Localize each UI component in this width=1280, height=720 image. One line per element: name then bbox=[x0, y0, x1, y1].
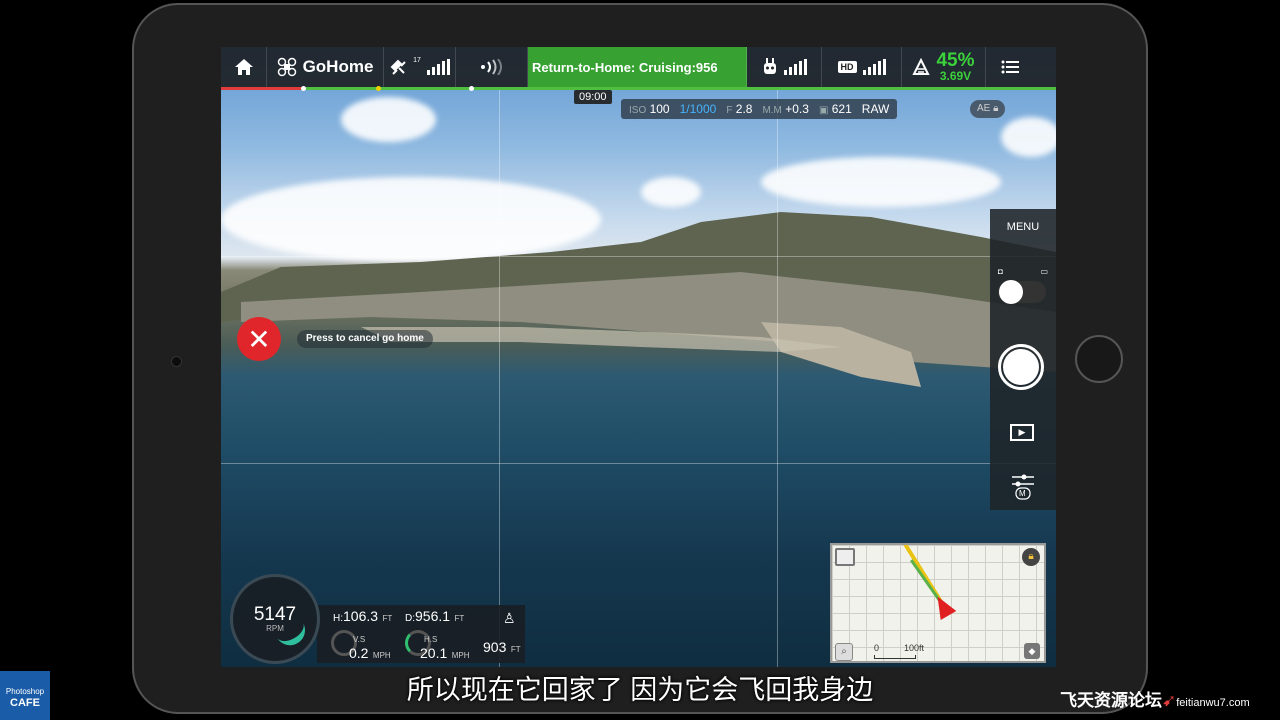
front-camera bbox=[171, 356, 182, 367]
altitude-readout: 903 FT bbox=[483, 639, 521, 655]
vertical-speed-readout: V.S 0.2 MPH bbox=[349, 635, 391, 661]
image-format: RAW bbox=[861, 102, 890, 116]
camera-parameters[interactable]: ISO 100 1/1000 F 2.8 M.M +0.3 ▣ 621 RAW bbox=[621, 99, 898, 119]
tablet-home-button[interactable] bbox=[1075, 335, 1123, 383]
iso-value: 100 bbox=[649, 102, 670, 116]
minimap[interactable]: 🔒︎ 0 100ft ⌕ ◆ bbox=[830, 543, 1046, 663]
map-zoom-icon[interactable]: ⌕ bbox=[835, 643, 853, 661]
gps-count: 17 bbox=[413, 56, 421, 64]
battery-percent: 45% bbox=[936, 50, 975, 71]
iso-label: ISO bbox=[629, 105, 647, 116]
cancel-go-home-tooltip: Press to cancel go home bbox=[297, 330, 433, 348]
ae-lock-label: AE bbox=[977, 103, 991, 114]
hd-icon: HD bbox=[837, 61, 857, 73]
aperture-label: F bbox=[726, 105, 733, 116]
video-mode-icon: ▭ bbox=[1040, 267, 1048, 276]
lock-icon: 🔒︎ bbox=[993, 103, 999, 114]
cancel-go-home-button[interactable]: ✕ bbox=[237, 317, 281, 361]
list-menu-icon bbox=[1001, 60, 1019, 74]
playback-button[interactable]: ▶ bbox=[1010, 424, 1034, 441]
video-signal-bars bbox=[862, 59, 886, 75]
photoshop-cafe-logo: Photoshop CAFE bbox=[0, 671, 50, 720]
gps-signal-bars bbox=[426, 59, 450, 75]
top-status-bar: GoHome 17 Return-to-Home: Cruising:956 H… bbox=[221, 47, 1056, 87]
rth-status-text: Return-to-Home: Cruising:956 bbox=[532, 59, 718, 75]
map-scale-bar bbox=[874, 655, 916, 659]
rpm-gauge: 5147 RPM bbox=[230, 574, 320, 664]
shutter-value: 1/1000 bbox=[679, 102, 717, 116]
battery-voltage: 3.69V bbox=[939, 69, 972, 83]
rth-battery-marker bbox=[376, 86, 381, 91]
remote-controller-icon bbox=[763, 58, 776, 74]
video-link-signal[interactable]: HD bbox=[822, 47, 902, 87]
remote-controller-signal[interactable] bbox=[747, 47, 822, 87]
flight-telemetry: H:106.3 FT D:956.1 FT ♙ V.S 0.2 MPH H.S 20… bbox=[226, 574, 525, 664]
battery-status[interactable]: 45% 3.69V bbox=[902, 47, 986, 87]
gps-status[interactable]: 17 bbox=[384, 47, 456, 87]
aircraft-icon bbox=[277, 57, 296, 77]
home-button[interactable] bbox=[221, 47, 267, 87]
clear-path-icon[interactable]: ◆ bbox=[1024, 643, 1040, 659]
cloud bbox=[761, 157, 1001, 207]
ev-label: M.M bbox=[762, 105, 782, 116]
sd-card-icon: ▣ bbox=[818, 105, 829, 116]
pilot-position-icon: ♙ bbox=[503, 610, 516, 626]
manual-mode-label: M bbox=[1019, 489, 1026, 498]
map-scale-length: 100ft bbox=[904, 643, 925, 653]
close-icon: ✕ bbox=[247, 323, 271, 355]
mode-icons: ◘ ▭ bbox=[998, 267, 1048, 276]
camera-control-panel: MENU ◘ ▭ ▶ M bbox=[990, 209, 1056, 510]
battery-critical-zone bbox=[221, 87, 301, 90]
camera-settings-button[interactable]: M bbox=[1008, 471, 1038, 501]
photo-mode-icon: ◘ bbox=[998, 267, 1003, 276]
map-scale-zero: 0 bbox=[874, 643, 880, 653]
cloud bbox=[1001, 117, 1056, 157]
ae-lock-button[interactable]: AE 🔒︎ bbox=[970, 100, 1006, 118]
map-toggle-icon[interactable] bbox=[835, 548, 855, 566]
toggle-knob bbox=[999, 280, 1023, 304]
coastline-hills bbox=[221, 212, 1056, 387]
battery-warning-icon bbox=[912, 58, 931, 75]
battery-level-bar bbox=[221, 86, 1056, 91]
flight-time: 09:00 bbox=[574, 90, 612, 104]
satellite-icon bbox=[390, 59, 406, 75]
ev-value: +0.3 bbox=[785, 102, 809, 116]
camera-menu-button[interactable]: MENU bbox=[990, 221, 1056, 233]
flight-mode-status[interactable]: GoHome bbox=[267, 47, 384, 87]
map-lock-icon[interactable]: 🔒︎ bbox=[1022, 548, 1040, 566]
shutter-button[interactable] bbox=[998, 344, 1044, 390]
leaf-icon: ➹ bbox=[1162, 691, 1177, 710]
obstacle-sensing-status[interactable] bbox=[456, 47, 528, 87]
grid-line bbox=[777, 87, 778, 667]
grid-line bbox=[221, 256, 1056, 257]
cloud bbox=[641, 177, 701, 207]
cloud bbox=[341, 97, 436, 142]
telemetry-panel: H:106.3 FT D:956.1 FT ♙ V.S 0.2 MPH H.S 20… bbox=[317, 605, 525, 663]
battery-marker bbox=[301, 86, 306, 91]
height-readout: H:106.3 FT bbox=[333, 608, 393, 624]
remaining-shots: 621 bbox=[831, 102, 852, 116]
horizontal-speed-readout: H.S 20.1 MPH bbox=[420, 635, 470, 661]
drone-live-view: GoHome 17 Return-to-Home: Cruising:956 H… bbox=[221, 47, 1056, 667]
battery-marker bbox=[469, 86, 474, 91]
photo-video-toggle[interactable] bbox=[998, 280, 1046, 304]
aperture-value: 2.8 bbox=[735, 102, 753, 116]
rc-signal-bars bbox=[783, 59, 807, 75]
home-icon bbox=[234, 59, 253, 75]
distance-readout: D:956.1 FT bbox=[405, 608, 465, 624]
play-icon: ▶ bbox=[1018, 427, 1026, 437]
vision-signal-icon bbox=[480, 59, 502, 75]
flight-mode-label: GoHome bbox=[302, 57, 374, 76]
rth-status-banner: Return-to-Home: Cruising:956 bbox=[528, 47, 747, 87]
grid-line bbox=[221, 463, 1056, 464]
site-watermark: 飞天资源论坛➹feitianwu7.com bbox=[1060, 691, 1250, 710]
main-menu-button[interactable] bbox=[986, 47, 1034, 87]
